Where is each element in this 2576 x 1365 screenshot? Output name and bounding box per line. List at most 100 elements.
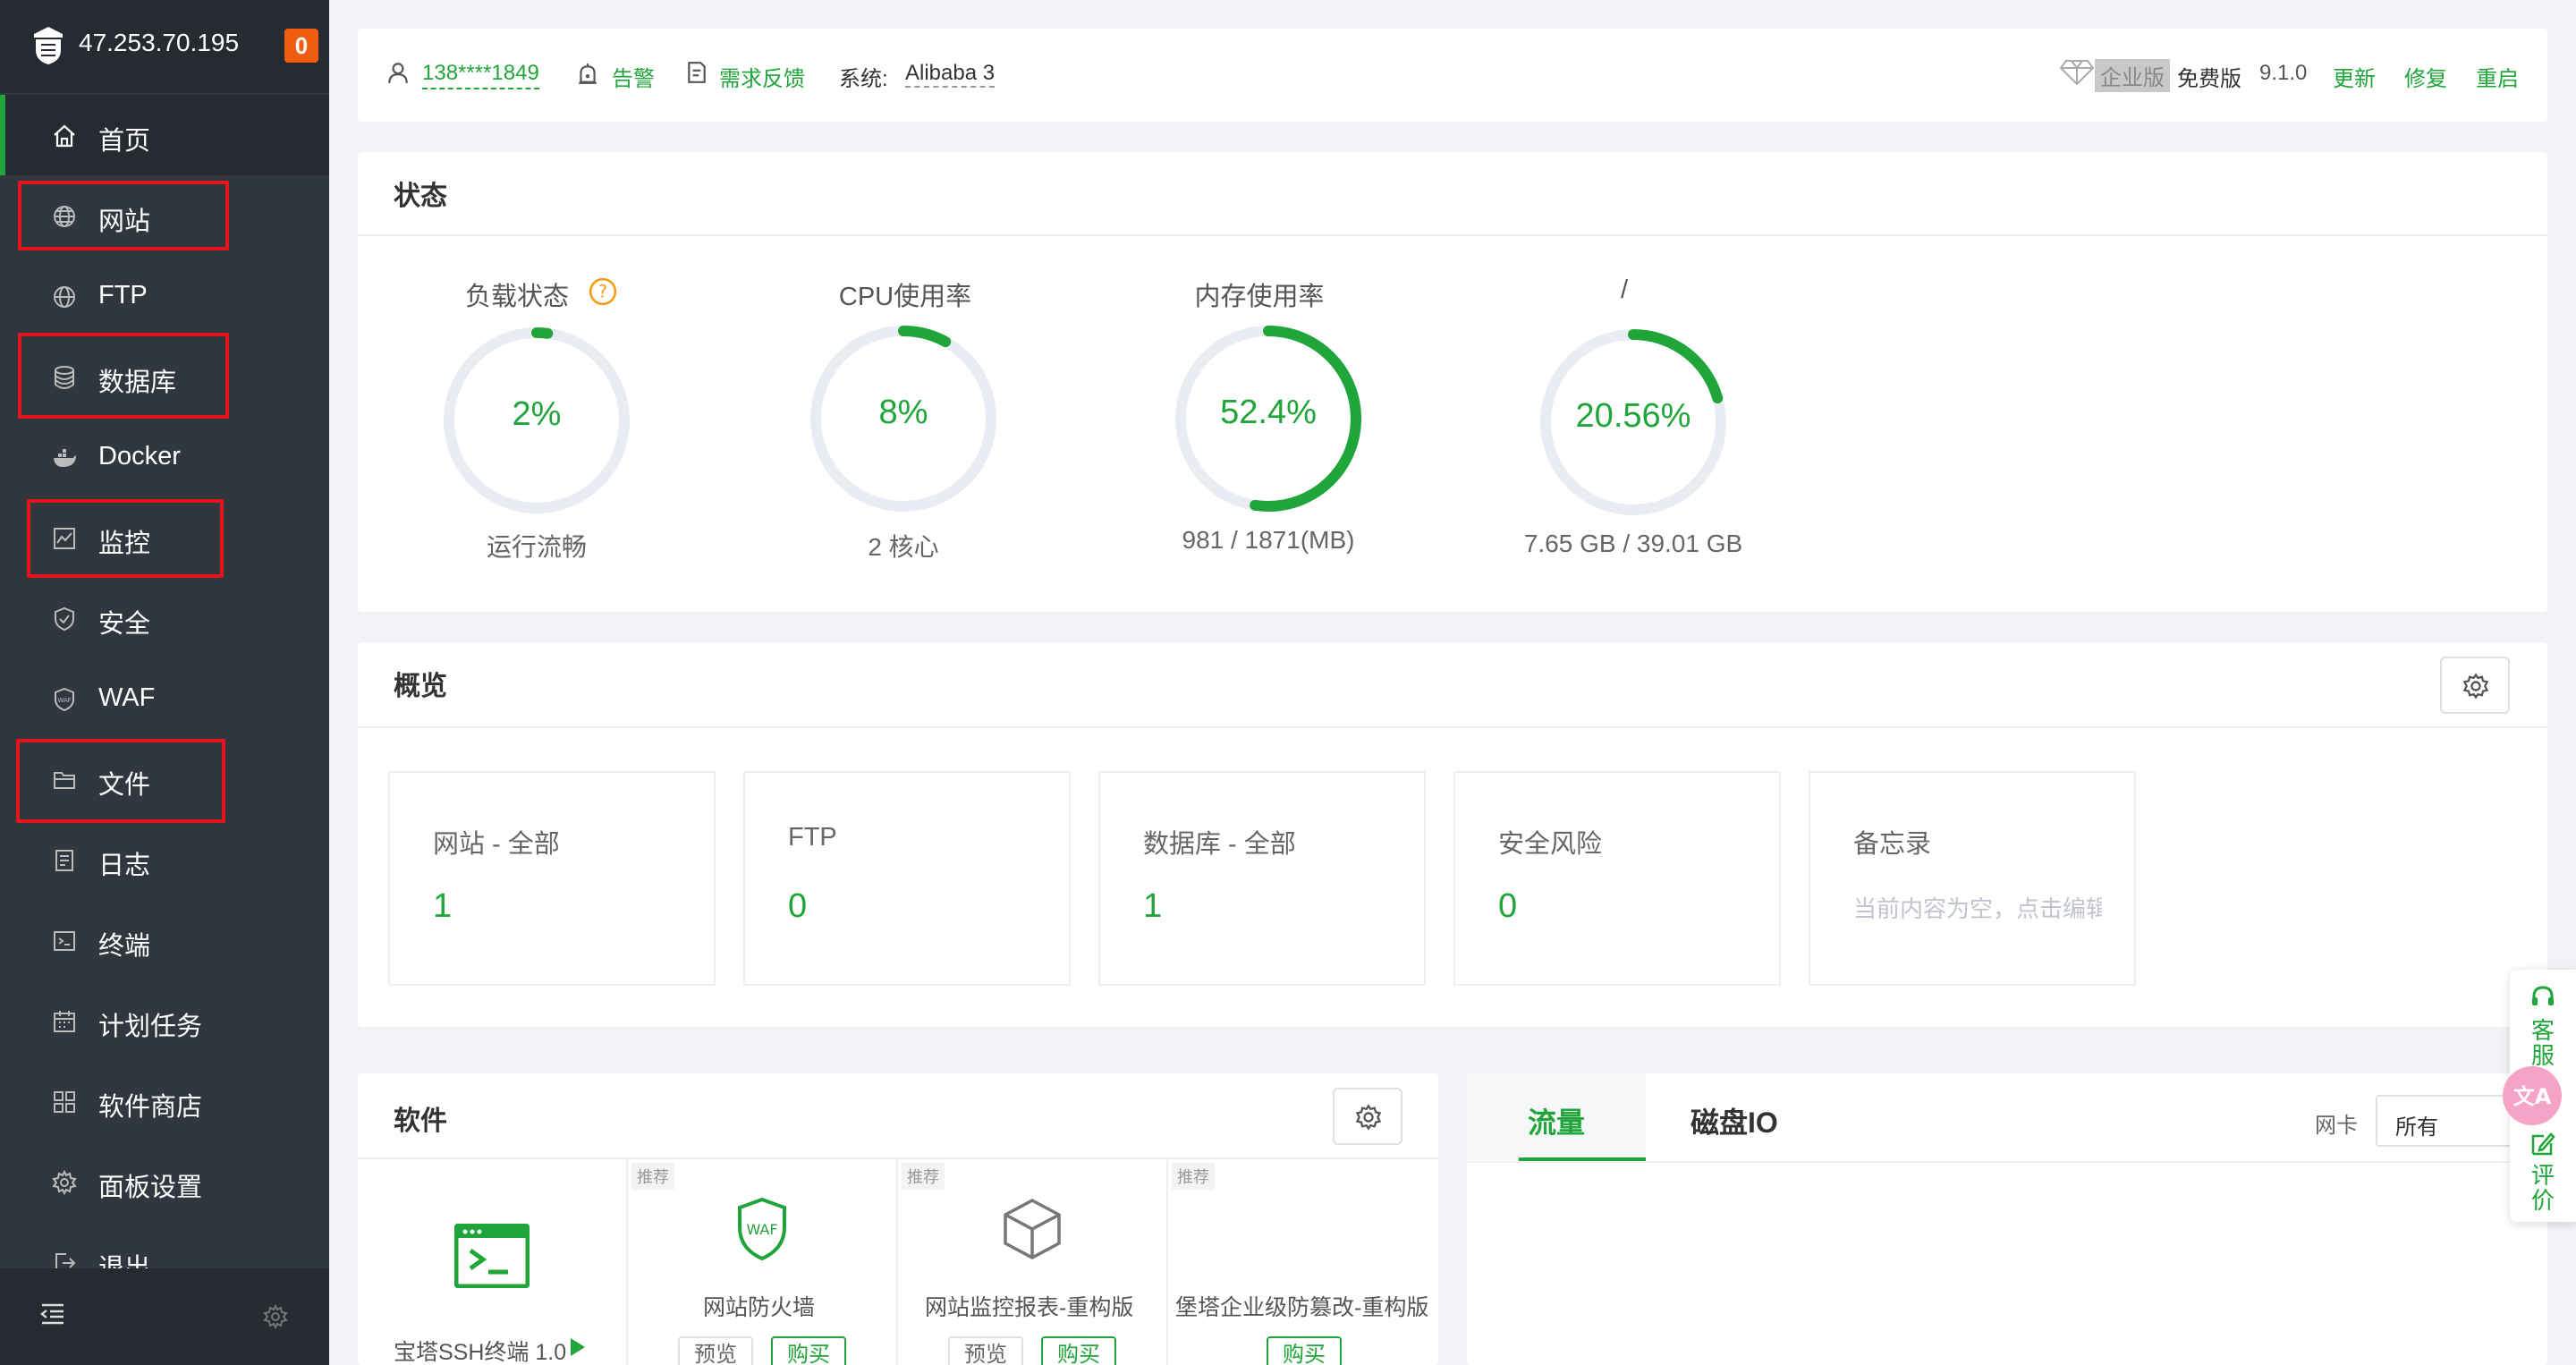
software-item-tamper-proof[interactable]: 推荐 堡塔企业级防篡改-重构版 购买	[1168, 1159, 1438, 1365]
gear-icon	[2462, 673, 2489, 699]
status-panel: 状态 负载状态 ? 2% 运行流畅 CPU使用率 8% 2 核心 内存使用率 5…	[358, 152, 2547, 612]
gear-icon	[1355, 1104, 1382, 1131]
highlight-box-website	[18, 181, 229, 250]
software-item-waf[interactable]: 推荐 WAF 网站防火墙 预览 购买	[628, 1159, 898, 1365]
card-title: FTP	[788, 823, 837, 852]
buy-button[interactable]: 购买	[771, 1336, 846, 1365]
sidebar-item-label: 面板设置	[98, 1174, 203, 1202]
sidebar-item-logs[interactable]: 日志	[0, 819, 329, 900]
software-item-monitor-report[interactable]: 推荐 网站监控报表-重构版 预览 购买	[898, 1159, 1168, 1365]
top-bar: 138****1849 告警 需求反馈 系统: Alibaba 3 企业版 免费…	[358, 29, 2547, 122]
translate-bubble-icon[interactable]: 文A	[2501, 1064, 2563, 1127]
overview-settings-button[interactable]	[2440, 657, 2510, 714]
sidebar-item-label: WAF	[98, 683, 156, 712]
message-badge[interactable]: 0	[284, 29, 318, 63]
alert-link[interactable]: 告警	[612, 61, 655, 92]
software-title: 软件	[394, 1106, 447, 1136]
restart-link[interactable]: 重启	[2476, 61, 2519, 92]
card-security-risk[interactable]: 安全风险 0	[1453, 771, 1781, 986]
buy-button[interactable]: 购买	[1267, 1336, 1342, 1365]
sidebar-item-home[interactable]: 首页	[0, 95, 329, 175]
version-label: 9.1.0	[2259, 61, 2308, 85]
memo-placeholder[interactable]: 当前内容为空，点击编辑	[1853, 891, 2102, 924]
sidebar-item-store[interactable]: 软件商店	[0, 1061, 329, 1141]
sidebar-item-label: Docker	[98, 442, 181, 471]
docker-icon	[54, 449, 76, 467]
floating-service-widget: 客服 文A 评价	[2503, 970, 2576, 1222]
terminal-app-icon	[454, 1224, 530, 1288]
card-memo[interactable]: 备忘录 当前内容为空，点击编辑	[1809, 771, 2136, 986]
feedback-link[interactable]: 需求反馈	[719, 61, 805, 92]
enterprise-badge[interactable]: 企业版	[2095, 59, 2170, 92]
card-databases[interactable]: 数据库 - 全部 1	[1098, 771, 1426, 986]
card-title: 网站 - 全部	[433, 830, 560, 859]
bt-logo-icon	[34, 27, 63, 64]
recommend-tag: 推荐	[1172, 1163, 1215, 1190]
svg-text:WAF: WAF	[57, 697, 71, 704]
system-label: 系统:	[839, 67, 888, 91]
sidebar-item-label: 软件商店	[98, 1093, 203, 1122]
sidebar-footer	[0, 1268, 329, 1365]
gauge-memory-value: 52.4%	[1220, 394, 1317, 431]
alarm-icon	[579, 64, 597, 84]
repair-link[interactable]: 修复	[2404, 61, 2447, 92]
tab-flow[interactable]: 流量	[1528, 1100, 1585, 1141]
gauge-cpu-title: CPU使用率	[838, 283, 972, 311]
status-title: 状态	[394, 182, 447, 211]
user-account-link[interactable]: 138****1849	[422, 61, 539, 89]
gauge-disk-title: /	[1620, 276, 1629, 304]
preview-button[interactable]: 预览	[678, 1336, 753, 1365]
card-ftp[interactable]: FTP 0	[743, 771, 1071, 986]
cube-icon	[1004, 1199, 1061, 1259]
highlight-box-monitor	[27, 499, 224, 578]
settings-gear-icon[interactable]	[263, 1304, 288, 1329]
review-link[interactable]: 评价	[2529, 1163, 2556, 1213]
update-link[interactable]: 更新	[2333, 61, 2376, 92]
apps-icon	[54, 1091, 75, 1113]
sidebar-item-terminal[interactable]: 终端	[0, 900, 329, 980]
edit-icon[interactable]	[2529, 1131, 2556, 1157]
sidebar-item-ftp[interactable]: FTP	[0, 256, 329, 336]
gauge-memory-title: 内存使用率	[1194, 283, 1325, 311]
gear-icon	[52, 1170, 77, 1195]
sidebar-item-label: 日志	[98, 852, 151, 880]
sidebar-item-security[interactable]: 安全	[0, 578, 329, 658]
shield-icon	[55, 606, 74, 632]
collapse-menu-icon[interactable]	[39, 1301, 66, 1327]
buy-button[interactable]: 购买	[1041, 1336, 1116, 1365]
software-name: 网站监控报表-重构版	[925, 1295, 1134, 1320]
traffic-panel: 流量 磁盘IO 网卡 所有	[1467, 1073, 2547, 1365]
gauge-load-value: 2%	[512, 395, 562, 433]
headset-icon[interactable]	[2529, 984, 2556, 1011]
sidebar-item-label: 计划任务	[98, 1013, 203, 1041]
server-ip[interactable]: 47.253.70.195	[79, 29, 239, 57]
gauge-cpu-value: 8%	[878, 394, 928, 431]
customer-service-link[interactable]: 客服	[2529, 1018, 2556, 1068]
card-value[interactable]: 1	[433, 887, 452, 926]
divider	[358, 234, 2547, 236]
software-name: 网站防火墙	[703, 1295, 816, 1320]
sidebar-header: 47.253.70.195 0	[0, 0, 329, 93]
help-icon[interactable]: ?	[589, 277, 617, 306]
log-icon	[55, 850, 73, 871]
gauge-disk-value: 20.56%	[1575, 397, 1691, 435]
sidebar-item-cron[interactable]: 计划任务	[0, 980, 329, 1061]
card-value[interactable]: 0	[1498, 887, 1517, 926]
sidebar-item-settings[interactable]: 面板设置	[0, 1141, 329, 1222]
waf-icon: WAF	[55, 687, 74, 712]
preview-button[interactable]: 预览	[948, 1336, 1023, 1365]
card-websites[interactable]: 网站 - 全部 1	[388, 771, 716, 986]
tab-disk-io[interactable]: 磁盘IO	[1690, 1100, 1778, 1141]
card-value[interactable]: 0	[788, 887, 807, 926]
software-item-ssh[interactable]: 宝塔SSH终端 1.0	[358, 1159, 628, 1365]
highlight-box-database	[18, 333, 229, 419]
waf-shield-icon: WAF	[738, 1197, 786, 1261]
sidebar-item-docker[interactable]: Docker	[0, 417, 329, 497]
sidebar-item-waf[interactable]: WAF WAF	[0, 658, 329, 739]
sidebar-item-label: FTP	[98, 281, 148, 309]
play-icon[interactable]	[569, 1336, 587, 1358]
recommend-tag: 推荐	[902, 1163, 945, 1190]
software-settings-button[interactable]	[1333, 1088, 1402, 1145]
card-value[interactable]: 1	[1143, 887, 1162, 926]
nic-label: 网卡	[2315, 1114, 2358, 1138]
